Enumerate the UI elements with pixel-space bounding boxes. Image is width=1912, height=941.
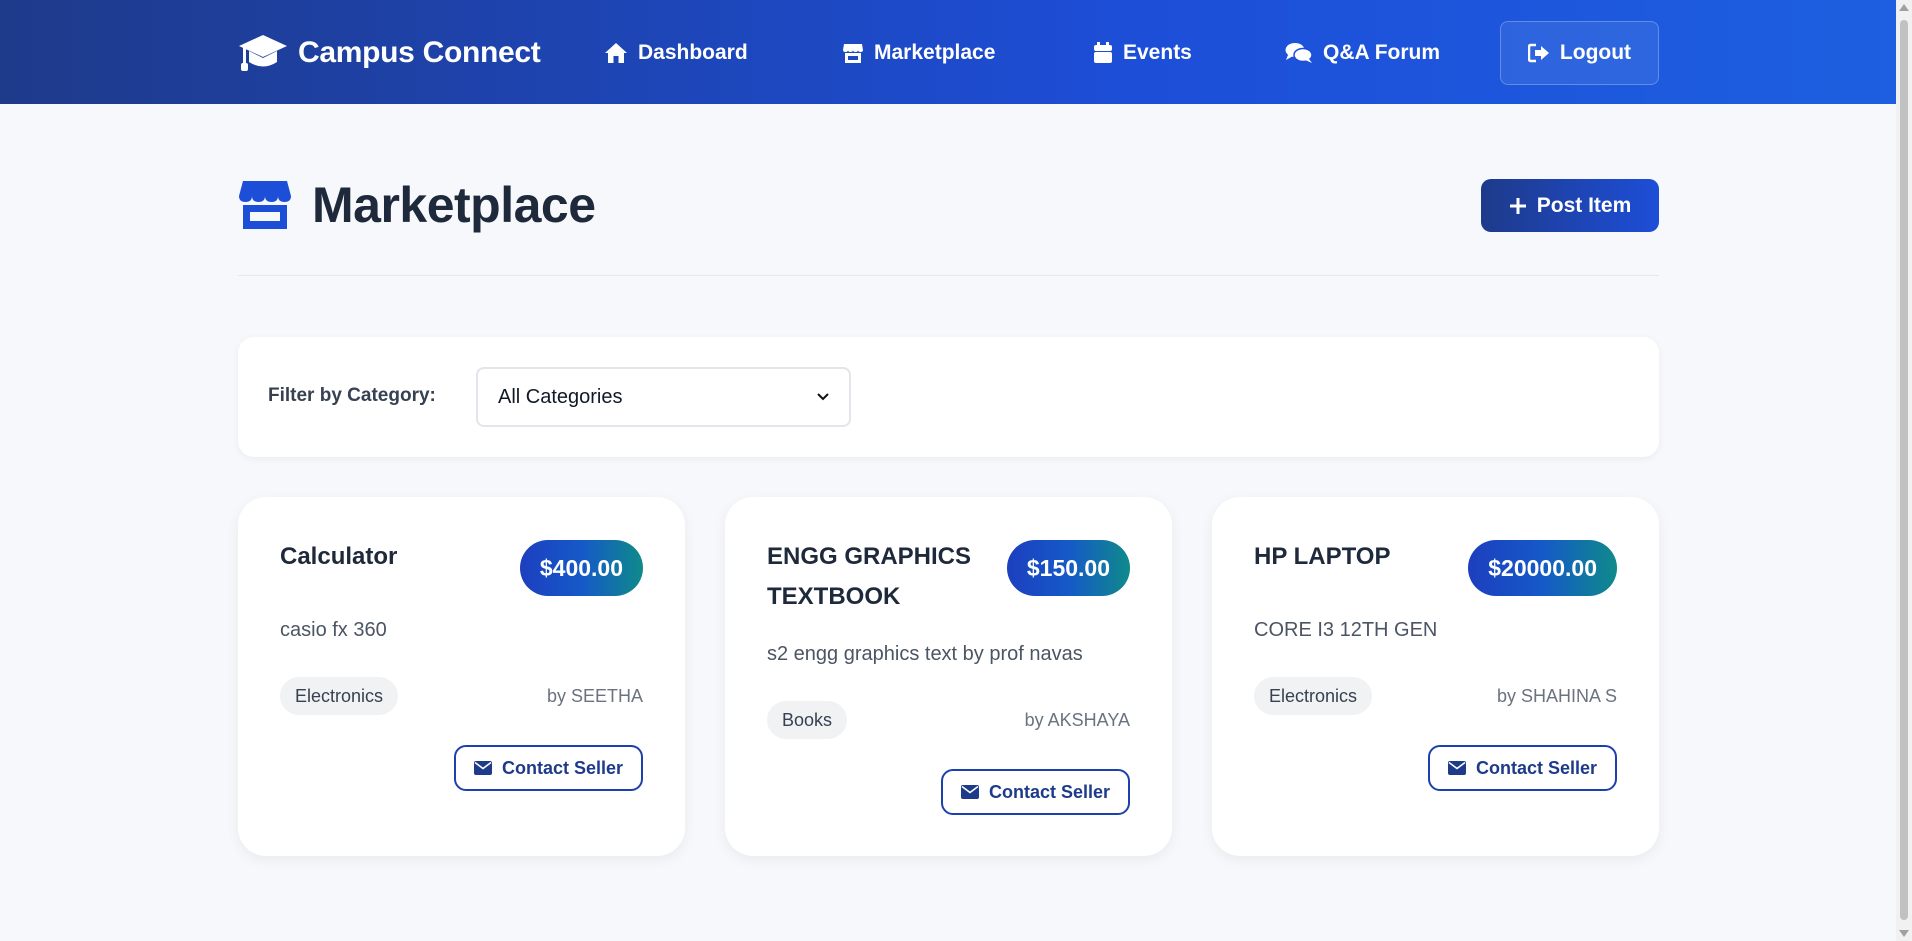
home-icon [604, 42, 628, 64]
calendar-icon [1093, 42, 1113, 64]
chevron-down-icon [817, 393, 829, 401]
brand-name: Campus Connect [298, 36, 541, 69]
page-title: Marketplace [238, 176, 596, 234]
item-card: Calculator $400.00 casio fx 360 Electron… [238, 497, 685, 856]
logout-button[interactable]: Logout [1500, 21, 1659, 85]
nav-link-label: Events [1123, 41, 1192, 64]
envelope-icon [473, 761, 492, 775]
plus-icon [1509, 197, 1527, 215]
top-navbar: Campus Connect Dashboard Marketplace Eve… [0, 0, 1896, 104]
contact-seller-button[interactable]: Contact Seller [454, 745, 643, 791]
graduation-cap-icon [238, 33, 288, 73]
item-card: ENGG GRAPHICS TEXTBOOK $150.00 s2 engg g… [725, 497, 1172, 856]
item-title: Calculator [280, 543, 398, 570]
contact-seller-button[interactable]: Contact Seller [941, 769, 1130, 815]
category-tag: Books [767, 701, 848, 739]
nav-link-label: Marketplace [874, 41, 996, 64]
scroll-thumb[interactable] [1900, 20, 1908, 920]
item-description: s2 engg graphics text by prof navas [767, 643, 1083, 665]
nav-link-qa-forum[interactable]: Q&A Forum [1285, 34, 1440, 72]
item-description: casio fx 360 [280, 619, 387, 641]
seller-name: by AKSHAYA [1024, 709, 1130, 730]
seller-name: by SHAHINA S [1496, 685, 1617, 706]
category-select[interactable]: All Categories [476, 367, 851, 427]
brand[interactable]: Campus Connect [238, 30, 541, 76]
item-price: $20000.00 [1468, 540, 1617, 596]
envelope-icon [960, 785, 979, 799]
post-item-label: Post Item [1536, 193, 1632, 217]
header-divider [238, 275, 1659, 276]
filter-label: Filter by Category: [268, 385, 436, 406]
item-price: $400.00 [519, 540, 643, 596]
item-title: HP LAPTOP [1254, 543, 1391, 570]
contact-seller-button[interactable]: Contact Seller [1428, 745, 1617, 791]
scroll-up-arrow-icon[interactable] [1899, 4, 1909, 11]
logout-label: Logout [1559, 41, 1632, 64]
sign-out-icon [1527, 43, 1550, 63]
category-tag: Electronics [280, 677, 399, 715]
item-title: ENGG GRAPHICS TEXTBOOK [767, 543, 972, 610]
store-icon [842, 42, 864, 64]
page-title-text: Marketplace [312, 177, 596, 233]
item-card: HP LAPTOP $20000.00 CORE I3 12TH GEN Ele… [1212, 497, 1659, 856]
scroll-down-arrow-icon[interactable] [1899, 930, 1909, 937]
filter-panel: Filter by Category: All Categories [238, 337, 1659, 457]
store-icon [238, 179, 292, 231]
item-price: $150.00 [1006, 540, 1130, 596]
vertical-scrollbar[interactable] [1896, 0, 1912, 941]
page-header: Marketplace Post Item [238, 176, 1659, 276]
contact-seller-label: Contact Seller [501, 757, 624, 778]
post-item-button[interactable]: Post Item [1481, 179, 1659, 232]
contact-seller-label: Contact Seller [988, 781, 1111, 802]
nav-link-marketplace[interactable]: Marketplace [842, 34, 995, 72]
nav-link-dashboard[interactable]: Dashboard [604, 34, 748, 72]
category-select-value: All Categories [498, 385, 623, 408]
category-tag: Electronics [1254, 677, 1373, 715]
nav-link-label: Dashboard [638, 41, 748, 64]
envelope-icon [1447, 761, 1466, 775]
contact-seller-label: Contact Seller [1475, 757, 1598, 778]
comments-icon [1285, 42, 1313, 64]
seller-name: by SEETHA [546, 685, 643, 706]
nav-link-events[interactable]: Events [1093, 34, 1192, 72]
item-description: CORE I3 12TH GEN [1254, 619, 1438, 641]
nav-link-label: Q&A Forum [1323, 41, 1441, 64]
